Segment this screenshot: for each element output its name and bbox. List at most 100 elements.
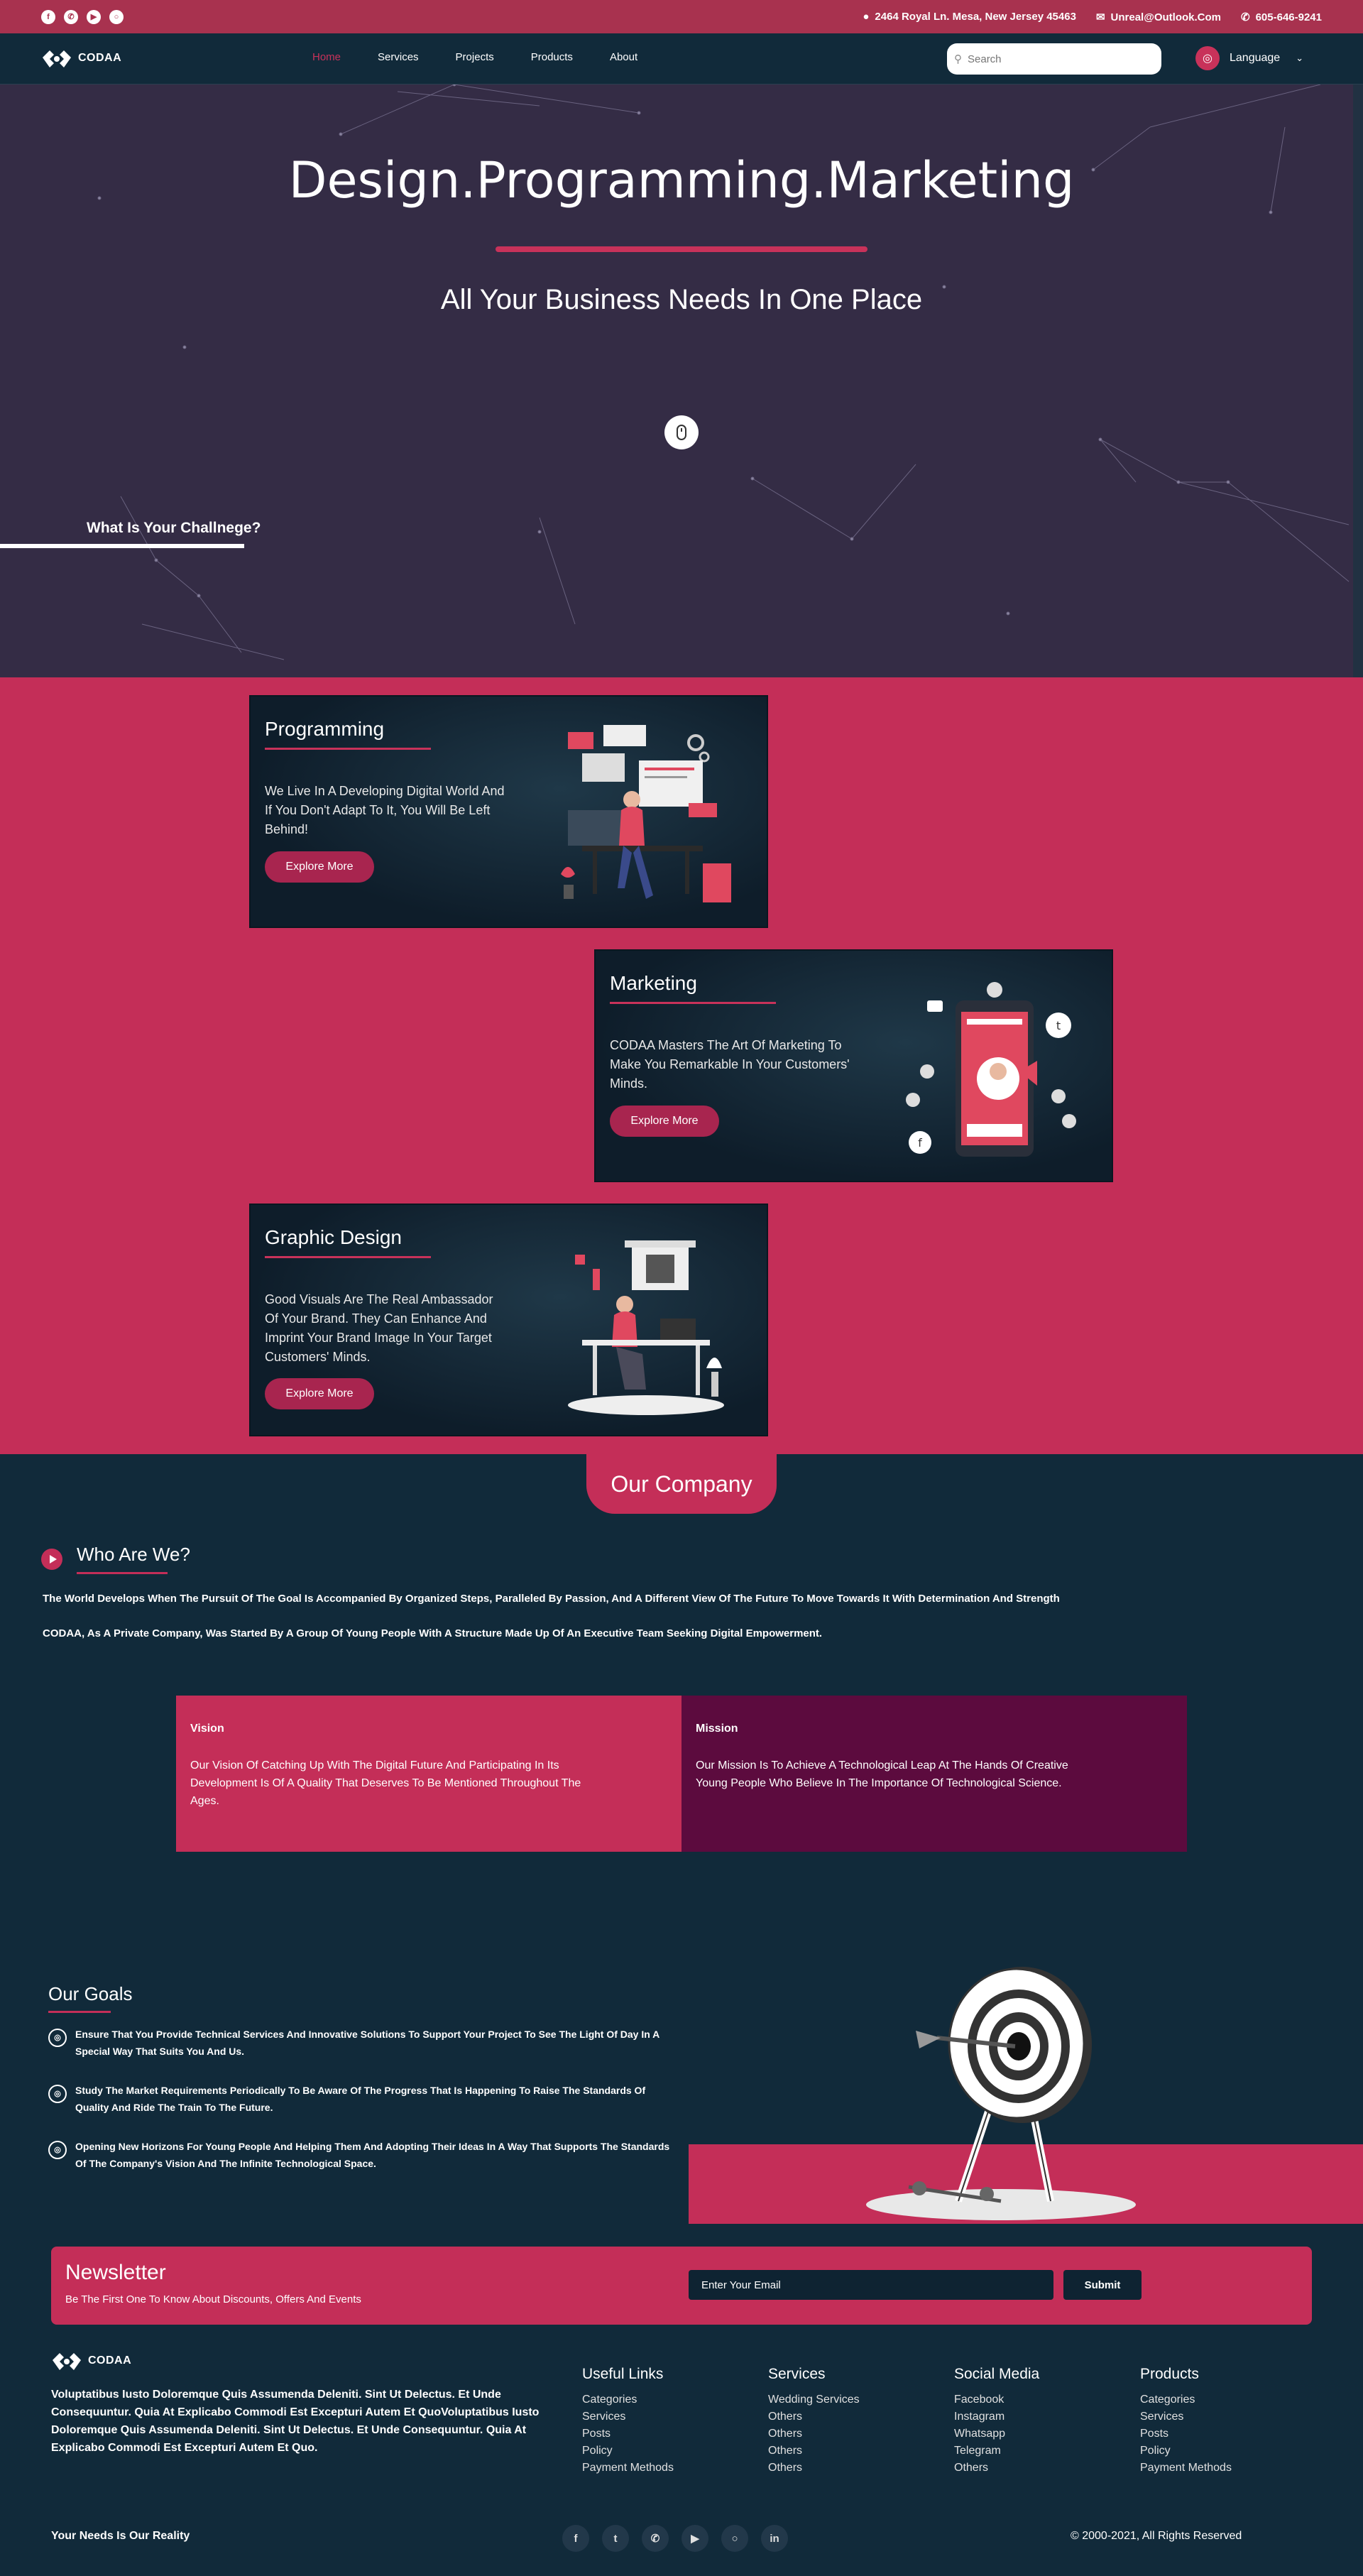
footer-column-useful-links: Useful Links Categories Services Posts P…	[582, 2366, 752, 2477]
footer-link[interactable]: Posts	[582, 2425, 752, 2443]
nav-links: Home Services Projects Products About	[312, 51, 637, 63]
footer-column-products: Products Categories Services Posts Polic…	[1140, 2366, 1310, 2477]
footer-link[interactable]: Categories	[582, 2391, 752, 2408]
footer-link[interactable]: Categories	[1140, 2391, 1310, 2408]
footer-link[interactable]: Instagram	[954, 2408, 1124, 2425]
goals-underline	[48, 2011, 111, 2013]
marketing-illustration: t f	[906, 982, 1076, 1157]
youtube-icon[interactable]: ▶	[87, 9, 101, 24]
company-paragraph-2: CODAA, As A Private Company, Was Started…	[43, 1627, 823, 1639]
facebook-icon[interactable]: f	[41, 9, 55, 24]
mission-title: Mission	[696, 1723, 738, 1735]
main-nav: CODAA Home Services Projects Products Ab…	[0, 33, 1363, 84]
facebook-icon[interactable]: f	[562, 2525, 589, 2552]
footer-column-title: Services	[768, 2366, 826, 2382]
nav-products[interactable]: Products	[531, 51, 573, 63]
goal-item: ◎ Opening New Horizons For Young People …	[48, 2138, 673, 2172]
instagram-icon[interactable]: ○	[721, 2525, 748, 2552]
footer-link[interactable]: Policy	[582, 2443, 752, 2460]
vision-panel: Vision Our Vision Of Catching Up With Th…	[176, 1696, 682, 1852]
footer-column-title: Useful Links	[582, 2366, 664, 2382]
service-card-programming: Programming We Live In A Developing Digi…	[249, 695, 768, 928]
newsletter-box: Newsletter Be The First One To Know Abou…	[51, 2247, 1312, 2325]
footer-link[interactable]: Posts	[1140, 2425, 1310, 2443]
search-input[interactable]	[968, 53, 1138, 65]
card-underline	[265, 1256, 431, 1258]
footer-link[interactable]: Services	[1140, 2408, 1310, 2425]
hero-title: Design.Programming.Marketing	[288, 151, 1075, 209]
scroll-mouse-icon[interactable]	[664, 415, 699, 449]
whatsapp-icon[interactable]: ✆	[64, 9, 78, 24]
footer-link[interactable]: Others	[768, 2425, 938, 2443]
top-bar: f ✆ ▶ ○ ● 2464 Royal Ln. Mesa, New Jersey…	[0, 0, 1363, 33]
who-are-we-title: Who Are We?	[77, 1544, 190, 1565]
footer-link[interactable]: Payment Methods	[582, 2460, 752, 2477]
newsletter-subtitle: Be The First One To Know About Discounts…	[65, 2293, 361, 2305]
explore-more-button[interactable]: Explore More	[265, 851, 374, 883]
whatsapp-icon[interactable]: ✆	[642, 2525, 669, 2552]
location-pin-icon: ●	[863, 10, 870, 23]
nav-about[interactable]: About	[610, 51, 637, 63]
language-selector[interactable]: ◎ Language ⌄	[1195, 46, 1303, 70]
footer-link[interactable]: Services	[582, 2408, 752, 2425]
newsletter-email-input[interactable]	[689, 2270, 1053, 2300]
footer-link[interactable]: Facebook	[954, 2391, 1124, 2408]
nav-projects[interactable]: Projects	[456, 51, 494, 63]
youtube-icon[interactable]: ▶	[682, 2525, 708, 2552]
card-title: Graphic Design	[265, 1226, 402, 1248]
newsletter-submit-button[interactable]: Submit	[1063, 2270, 1142, 2300]
nav-home[interactable]: Home	[312, 51, 341, 63]
footer-link[interactable]: Payment Methods	[1140, 2460, 1310, 2477]
newsletter-title: Newsletter	[65, 2261, 166, 2284]
nav-services[interactable]: Services	[378, 51, 419, 63]
target-icon: ◎	[48, 2029, 67, 2047]
vision-title: Vision	[190, 1723, 224, 1735]
footer-column-title: Products	[1140, 2366, 1199, 2382]
our-company-tab: Our Company	[586, 1454, 777, 1514]
search-icon: ⚲	[954, 53, 962, 65]
footer-column-title: Social Media	[954, 2366, 1040, 2382]
target-icon: ◎	[48, 2141, 67, 2159]
explore-more-button[interactable]: Explore More	[610, 1106, 719, 1137]
footer-link[interactable]: Others	[954, 2460, 1124, 2477]
who-are-we-underline	[77, 1572, 168, 1574]
footer-logo[interactable]: CODAA	[51, 2350, 131, 2372]
card-underline	[265, 748, 431, 750]
phone-icon: ✆	[1241, 11, 1250, 23]
footer-link[interactable]: Others	[768, 2408, 938, 2425]
service-card-graphic-design: Graphic Design Good Visuals Are The Real…	[249, 1204, 768, 1436]
footer-link[interactable]: Whatsapp	[954, 2425, 1124, 2443]
designer-illustration	[568, 1240, 724, 1415]
hero-subtitle: All Your Business Needs In One Place	[440, 284, 923, 315]
footer-link[interactable]: Others	[768, 2443, 938, 2460]
play-icon	[41, 1549, 62, 1570]
instagram-icon[interactable]: ○	[109, 9, 124, 24]
card-title: Programming	[265, 718, 385, 740]
footer-link[interactable]: Wedding Services	[768, 2391, 938, 2408]
top-socials: f ✆ ▶ ○	[41, 9, 124, 24]
phone[interactable]: ✆ 605-646-9241	[1241, 11, 1322, 23]
twitter-icon[interactable]: t	[602, 2525, 629, 2552]
footer-link[interactable]: Policy	[1140, 2443, 1310, 2460]
card-title: Marketing	[610, 972, 697, 994]
footer-link[interactable]: Telegram	[954, 2443, 1124, 2460]
svg-text:t: t	[1056, 1019, 1061, 1032]
explore-more-button[interactable]: Explore More	[265, 1378, 374, 1409]
footer-slogan: Your Needs Is Our Reality	[51, 2530, 190, 2542]
linkedin-icon[interactable]: in	[761, 2525, 788, 2552]
logo[interactable]: CODAA	[41, 48, 121, 69]
card-text: Good Visuals Are The Real Ambassador Of …	[265, 1292, 493, 1364]
email[interactable]: ✉ Unreal@Outlook.Com	[1096, 11, 1221, 23]
contact-info: ● 2464 Royal Ln. Mesa, New Jersey 45463 ✉…	[863, 11, 1322, 23]
company-paragraph-1: The World Develops When The Pursuit Of T…	[43, 1593, 1060, 1605]
mission-text: Our Mission Is To Achieve A Technologica…	[696, 1759, 1068, 1789]
footer-column-services: Services Wedding Services Others Others …	[768, 2366, 938, 2477]
card-underline	[610, 1002, 776, 1004]
card-text: CODAA Masters The Art Of Marketing To Ma…	[610, 1038, 850, 1091]
dartboard-illustration	[866, 1967, 1136, 2220]
address: ● 2464 Royal Ln. Mesa, New Jersey 45463	[863, 10, 1076, 23]
logo-mark-icon	[41, 48, 72, 69]
footer-link[interactable]: Others	[768, 2460, 938, 2477]
copyright: © 2000-2021, All Rights Reserved	[1071, 2530, 1242, 2542]
hero-divider	[496, 246, 867, 252]
